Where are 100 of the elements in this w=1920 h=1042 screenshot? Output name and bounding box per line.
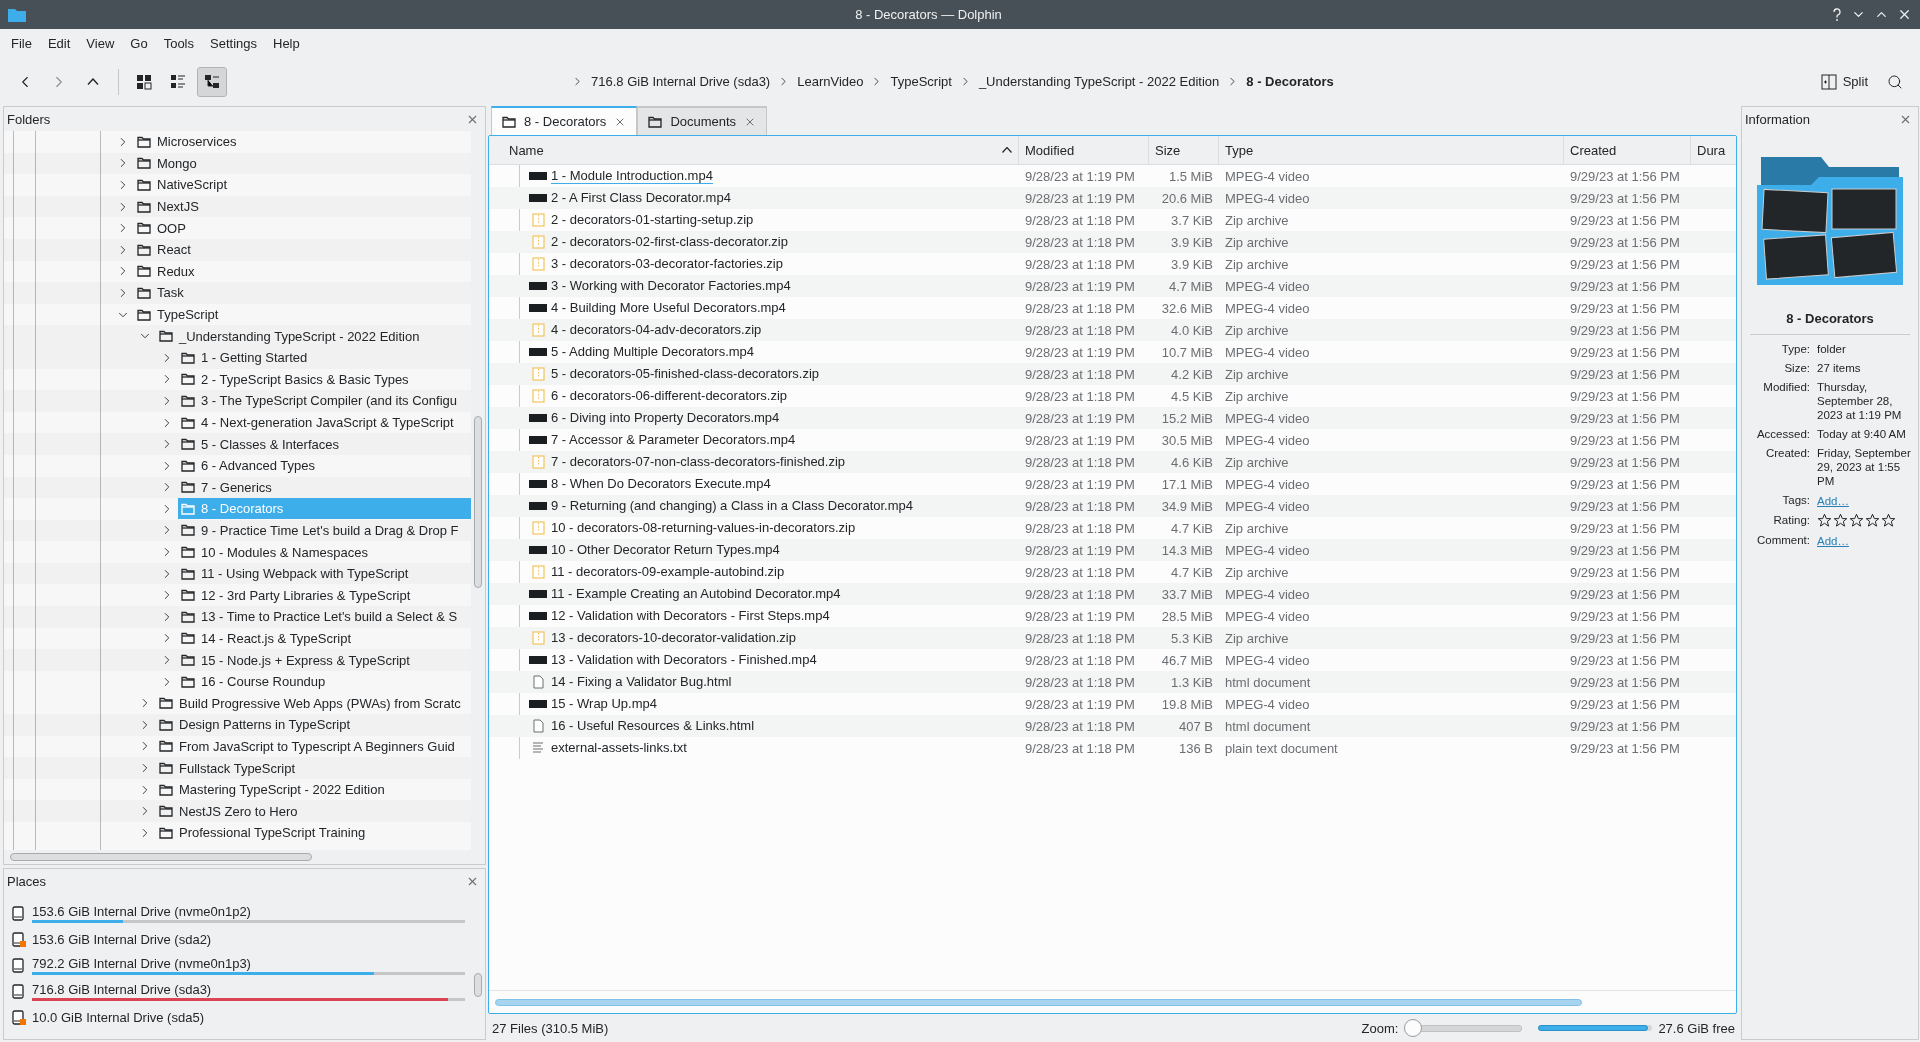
file-row[interactable]: 3 - Working with Decorator Factories.mp4 9/28/23 at 1:19 PM 4.7 MiB MPEG-4 video 9/29/23 at 1:56 PM bbox=[489, 275, 1736, 297]
file-row[interactable]: 4 - decorators-04-adv-decorators.zip 9/28/23 at 1:18 PM 4.0 KiB Zip archive 9/29/23 at 1:56 PM bbox=[489, 319, 1736, 341]
menu-item[interactable]: Settings bbox=[202, 32, 265, 55]
file-row[interactable]: 8 - When Do Decorators Execute.mp4 9/28/23 at 1:19 PM 17.1 MiB MPEG-4 video 9/29/23 at 1:56 PM bbox=[489, 473, 1736, 495]
created-date: 9/29/23 at 1:56 PM bbox=[1569, 608, 1681, 624]
column-header[interactable]: Created bbox=[1564, 136, 1691, 164]
file-row[interactable]: 9 - Returning (and changing) a Class in a Class Decorator.mp4 9/28/23 at 1:18 PM 34.9 MiB MPEG-4 video 9/29/23 at 1:56 PM bbox=[489, 495, 1736, 517]
file-row[interactable]: 6 - Diving into Property Decorators.mp4 9/28/23 at 1:19 PM 15.2 MiB MPEG-4 video 9/29/23 at 1:56 PM bbox=[489, 407, 1736, 429]
column-header[interactable]: Type bbox=[1219, 136, 1564, 164]
file-row[interactable]: 11 - Example Creating an Autobind Decorator.mp4 9/28/23 at 1:18 PM 33.7 MiB MPEG-4 video 9/29/23 at 1:56 PM bbox=[489, 583, 1736, 605]
place-item[interactable]: 153.6 GiB Internal Drive (sda2) bbox=[4, 929, 471, 950]
menu-item[interactable]: Edit bbox=[39, 32, 79, 55]
file-row[interactable]: external-assets-links.txt 9/28/23 at 1:18 PM 136 B plain text document 9/29/23 at 1:56 PM bbox=[489, 737, 1736, 759]
folder-item[interactable]: 2 - TypeScript Basics & Basic Types bbox=[178, 368, 471, 390]
menu-item[interactable]: Tools bbox=[155, 32, 202, 55]
file-row[interactable]: 3 - decorators-03-decorator-factories.zip 9/28/23 at 1:18 PM 3.9 KiB Zip archive 9/29/23 at 1:56 PM bbox=[489, 253, 1736, 275]
file-row[interactable]: 13 - Validation with Decorators - Finished.mp4 9/28/23 at 1:18 PM 46.7 MiB MPEG-4 video 9/29/23 at 1:56 PM bbox=[489, 649, 1736, 671]
folder-item[interactable]: 14 - React.js & TypeScript bbox=[178, 627, 471, 649]
scrollbar-thumb[interactable] bbox=[10, 853, 312, 861]
scrollbar-thumb[interactable] bbox=[474, 416, 482, 588]
file-type: html document bbox=[1224, 718, 1312, 734]
file-row[interactable]: 1 - Module Introduction.mp4 9/28/23 at 1:19 PM 1.5 MiB MPEG-4 video 9/29/23 at 1:56 PM bbox=[489, 165, 1736, 187]
star-icon[interactable] bbox=[1865, 513, 1880, 528]
place-item[interactable]: 153.6 GiB Internal Drive (nvme0n1p2) bbox=[4, 903, 471, 924]
folder-item[interactable]: 4 - Next-generation JavaScript & TypeScript bbox=[178, 412, 471, 433]
star-icon[interactable] bbox=[1817, 513, 1832, 528]
field-label: Rating: bbox=[1772, 513, 1810, 528]
file-row[interactable]: 10 - decorators-08-returning-values-in-decorators.zip 9/28/23 at 1:18 PM 4.7 KiB Zip archive 9/29/23 at 1:56 PM bbox=[489, 517, 1736, 539]
panel-title: Places bbox=[7, 873, 47, 889]
scrollbar-thumb[interactable] bbox=[495, 998, 1582, 1006]
file-row[interactable]: 11 - decorators-09-example-autobind.zip 9/28/23 at 1:18 PM 4.7 KiB Zip archive 9/29/23 at 1:56 PM bbox=[489, 561, 1736, 583]
folder-item[interactable]: Redux bbox=[134, 260, 471, 282]
file-row[interactable]: 10 - Other Decorator Return Types.mp4 9/28/23 at 1:19 PM 14.3 MiB MPEG-4 video 9/29/23 at 1:56 PM bbox=[489, 539, 1736, 561]
folder-item[interactable]: 6 - Advanced Types bbox=[178, 455, 471, 477]
drive-name: 792.2 GiB Internal Drive (nvme0n1p3) bbox=[32, 956, 252, 971]
file-row[interactable]: 2 - A First Class Decorator.mp4 9/28/23 at 1:19 PM 20.6 MiB MPEG-4 video 9/29/23 at 1:56 PM bbox=[489, 187, 1736, 209]
file-row[interactable]: 14 - Fixing a Validator Bug.html 9/28/23 at 1:18 PM 1.3 KiB html document 9/29/23 at 1:56 PM bbox=[489, 671, 1736, 693]
file-row[interactable]: 2 - decorators-01-starting-setup.zip 9/28/23 at 1:18 PM 3.7 KiB Zip archive 9/29/23 at 1:56 PM bbox=[489, 209, 1736, 231]
tree-view-icon bbox=[204, 73, 220, 90]
field-value: Thursday, September 28, 2023 at 1:19 PM bbox=[1817, 380, 1903, 422]
breadcrumb-item[interactable]: 8 - Decorators bbox=[1243, 72, 1337, 91]
folder-item[interactable]: From JavaScript to Typescript A Beginners Guid bbox=[156, 735, 471, 757]
column-header[interactable]: Dura bbox=[1691, 136, 1736, 164]
folder-item[interactable]: Mastering TypeScript - 2022 Edition bbox=[156, 779, 471, 801]
file-row[interactable]: 15 - Wrap Up.mp4 9/28/23 at 1:19 PM 19.8 MiB MPEG-4 video 9/29/23 at 1:56 PM bbox=[489, 693, 1736, 715]
tab[interactable]: Documents bbox=[637, 106, 768, 135]
app-folder-icon bbox=[8, 7, 26, 22]
file-row[interactable]: 12 - Validation with Decorators - First Steps.mp4 9/28/23 at 1:19 PM 28.5 MiB MPEG-4 video 9/29/23 at 1:56 PM bbox=[489, 605, 1736, 627]
add-link[interactable]: Add… bbox=[1817, 495, 1849, 507]
file-row[interactable]: 5 - Adding Multiple Decorators.mp4 9/28/23 at 1:19 PM 10.7 MiB MPEG-4 video 9/29/23 at 1:56 PM bbox=[489, 341, 1736, 363]
folder-item[interactable]: 16 - Course Roundup bbox=[178, 671, 471, 693]
created-date: 9/29/23 at 1:56 PM bbox=[1569, 564, 1681, 580]
file-row[interactable]: 16 - Useful Resources & Links.html 9/28/23 at 1:18 PM 407 B html document 9/29/23 at 1:56 PM bbox=[489, 715, 1736, 737]
file-size: 5.3 KiB bbox=[1170, 630, 1214, 646]
star-icon[interactable] bbox=[1849, 513, 1864, 528]
file-row[interactable]: 6 - decorators-06-different-decorators.zip 9/28/23 at 1:18 PM 4.5 KiB Zip archive 9/29/23 at 1:56 PM bbox=[489, 385, 1736, 407]
breadcrumb-item[interactable]: 716.8 GiB Internal Drive (sda3) bbox=[588, 72, 774, 91]
zoom-slider[interactable] bbox=[1404, 1018, 1523, 1038]
file-row[interactable]: 13 - decorators-10-decorator-validation.zip 9/28/23 at 1:18 PM 5.3 KiB Zip archive 9/29/23 at 1:56 PM bbox=[489, 627, 1736, 649]
menu-item[interactable]: Help bbox=[265, 32, 308, 55]
folder-item[interactable]: 12 - 3rd Party Libraries & TypeScript bbox=[178, 584, 471, 606]
breadcrumb-item[interactable]: TypeScript bbox=[887, 72, 955, 91]
place-item[interactable]: 792.2 GiB Internal Drive (nvme0n1p3) bbox=[4, 955, 471, 976]
column-header[interactable]: Name bbox=[503, 136, 1019, 164]
menu-item[interactable]: View bbox=[78, 32, 123, 55]
menu-item[interactable]: File bbox=[3, 32, 40, 55]
folder-icon bbox=[181, 373, 195, 386]
folder-item[interactable]: Microservices bbox=[134, 131, 471, 153]
split-button[interactable]: Split bbox=[1812, 66, 1876, 97]
folder-icon bbox=[181, 546, 195, 559]
slider-thumb[interactable] bbox=[1404, 1019, 1423, 1037]
menu-item[interactable]: Go bbox=[122, 32, 156, 55]
file-type: plain text document bbox=[1224, 740, 1339, 756]
file-row[interactable]: 2 - decorators-02-first-class-decorator.zip 9/28/23 at 1:18 PM 3.9 KiB Zip archive 9/29/23 at 1:56 PM bbox=[489, 231, 1736, 253]
file-row[interactable]: 4 - Building More Useful Decorators.mp4 9/28/23 at 1:18 PM 32.6 MiB MPEG-4 video 9/29/23 at 1:56 PM bbox=[489, 297, 1736, 319]
place-item[interactable]: 10.0 GiB Internal Drive (sda5) bbox=[4, 1007, 471, 1028]
breadcrumb-item[interactable]: LearnVideo bbox=[794, 72, 867, 91]
sort-ascending-icon[interactable] bbox=[1002, 147, 1012, 153]
tab[interactable]: 8 - Decorators bbox=[491, 106, 638, 135]
folder-item[interactable]: Professional TypeScript Training bbox=[156, 822, 471, 844]
folder-item[interactable]: TypeScript bbox=[134, 304, 471, 326]
file-row[interactable]: 5 - decorators-05-finished-class-decorators.zip 9/28/23 at 1:18 PM 4.2 KiB Zip archive 9/29/23 at 1:56 PM bbox=[489, 363, 1736, 385]
file-name: 3 - Working with Decorator Factories.mp4 bbox=[551, 278, 791, 294]
folder-item[interactable]: 10 - Modules & Namespaces bbox=[178, 541, 471, 563]
scrollbar-thumb[interactable] bbox=[474, 973, 482, 997]
star-icon[interactable] bbox=[1881, 513, 1896, 528]
column-header[interactable]: Modified bbox=[1019, 136, 1149, 164]
file-row[interactable]: 7 - decorators-07-non-class-decorators-finished.zip 9/28/23 at 1:18 PM 4.6 KiB Zip archive 9/29/23 at 1:56 PM bbox=[489, 451, 1736, 473]
view-mode-button[interactable] bbox=[197, 66, 227, 97]
column-header[interactable]: Size bbox=[1149, 136, 1219, 164]
file-row[interactable]: 7 - Accessor & Parameter Decorators.mp4 9/28/23 at 1:19 PM 30.5 MiB MPEG-4 video 9/29/23 at 1:56 PM bbox=[489, 429, 1736, 451]
help-icon[interactable] bbox=[1831, 7, 1843, 22]
close-icon[interactable] bbox=[1897, 7, 1912, 22]
place-item[interactable]: 716.8 GiB Internal Drive (sda3) bbox=[4, 981, 471, 1002]
star-icon[interactable] bbox=[1833, 513, 1848, 528]
folder-item[interactable]: NativeScript bbox=[134, 174, 471, 196]
add-link[interactable]: Add… bbox=[1817, 535, 1849, 547]
folder-item[interactable]: Build Progressive Web Apps (PWAs) from Scratc bbox=[156, 692, 471, 714]
breadcrumb-item[interactable]: _Understanding TypeScript - 2022 Edition bbox=[975, 72, 1223, 91]
folder-item[interactable]: OOP bbox=[134, 217, 471, 239]
